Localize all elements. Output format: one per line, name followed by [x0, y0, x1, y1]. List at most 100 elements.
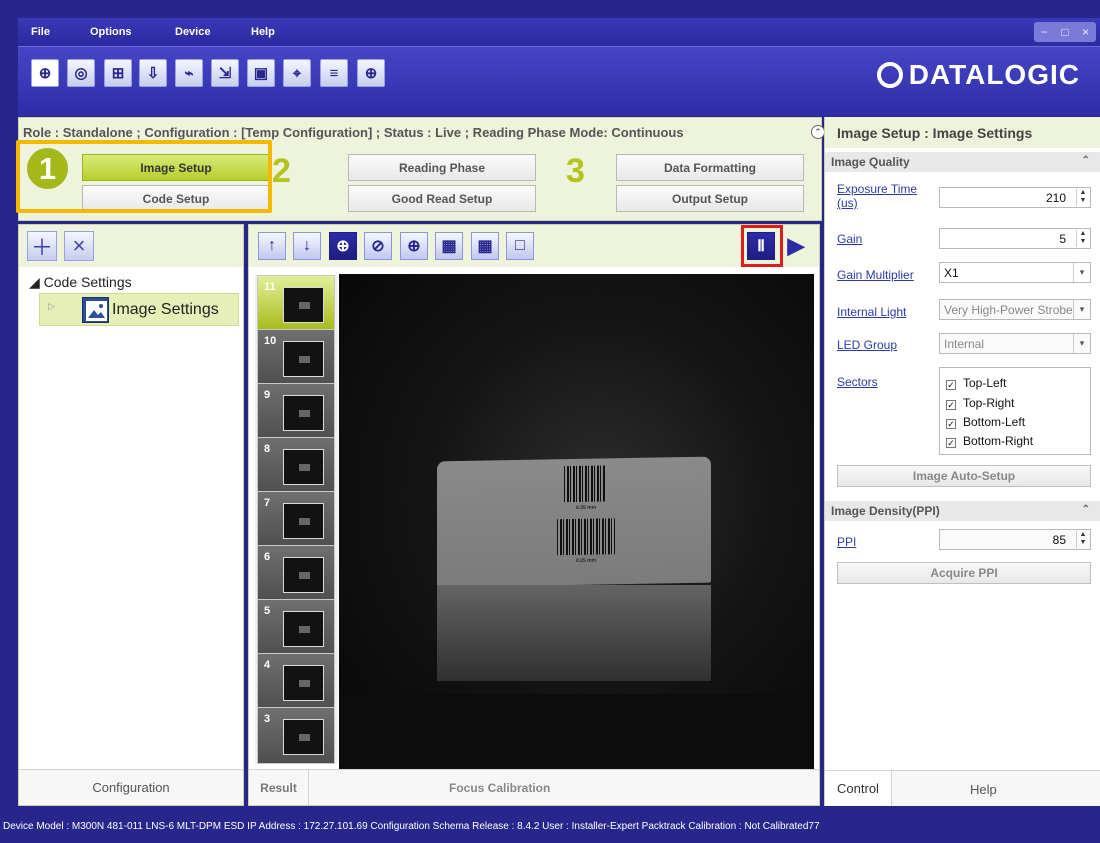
thumbnail-image: [283, 341, 324, 377]
camera-icon[interactable]: ◎: [67, 59, 95, 87]
sector-top-left[interactable]: ✓ Top-Left: [946, 376, 1006, 390]
reading-phase-button[interactable]: Reading Phase: [348, 154, 536, 181]
focus-calibration-tab[interactable]: Focus Calibration: [449, 781, 550, 795]
main-toolbar: ⊕ ◎ ⊞ ⇩ ⌁ ⇲ ▣ ⌖ ≡ ⊕ DATALOGIC: [18, 46, 1100, 116]
sector-bottom-left[interactable]: ✓ Bottom-Left: [946, 415, 1025, 429]
live-camera-view[interactable]: 0.35 mm 0.25 mm: [339, 274, 814, 769]
frame-thumbnail[interactable]: 4: [257, 653, 335, 710]
exposure-time-label[interactable]: Exposure Time (us): [837, 182, 927, 210]
zoom-in-icon[interactable]: ⊕: [329, 232, 357, 260]
acquire-ppi-button[interactable]: Acquire PPI: [837, 562, 1091, 584]
led-group-label[interactable]: LED Group: [837, 338, 897, 352]
image-auto-setup-button[interactable]: Image Auto-Setup: [837, 465, 1091, 487]
image-settings-tree-item[interactable]: ▷ Image Settings: [39, 293, 239, 326]
sector-label: Top-Right: [963, 396, 1015, 410]
sectors-label[interactable]: Sectors: [837, 375, 878, 389]
dropdown-arrow-icon[interactable]: ▾: [1073, 300, 1090, 319]
save-image-icon[interactable]: ⌁: [175, 59, 203, 87]
thumbnail-image: [283, 287, 324, 323]
menu-file[interactable]: File: [31, 26, 50, 38]
image-settings-icon: [82, 297, 109, 323]
collapse-caret-icon[interactable]: ⌃: [1082, 504, 1090, 515]
target-icon[interactable]: ⊕: [357, 59, 385, 87]
export-icon[interactable]: ⇲: [211, 59, 239, 87]
right-panel-tabs: Control Help: [825, 770, 1100, 806]
gain-multiplier-select[interactable]: X1 ▾: [939, 262, 1091, 283]
down-arrow-icon[interactable]: ↓: [293, 232, 321, 260]
internal-light-select[interactable]: Very High-Power Strobe ▾: [939, 299, 1091, 320]
gain-input[interactable]: 5 ▲ ▼: [939, 228, 1091, 249]
help-tab[interactable]: Help: [970, 782, 997, 797]
thumbnail-image: [283, 395, 324, 431]
tree-expand-icon[interactable]: ▷: [48, 301, 55, 312]
frame-thumbnail[interactable]: 8: [257, 437, 335, 494]
zoom-reset-icon[interactable]: ⊘: [364, 232, 392, 260]
frame-thumbnail[interactable]: 7: [257, 491, 335, 548]
single-view-icon[interactable]: □: [506, 232, 534, 260]
connect-icon[interactable]: ⊕: [31, 59, 59, 87]
code-settings-tree-item[interactable]: ◢ Code Settings: [29, 274, 132, 291]
download-image-icon[interactable]: ⇩: [139, 59, 167, 87]
image-density-section[interactable]: Image Density(PPI) ⌃: [825, 501, 1100, 521]
camera-settings-icon[interactable]: ⌖: [283, 59, 311, 87]
exposure-time-input[interactable]: 210 ▲ ▼: [939, 187, 1091, 208]
image-settings-label: Image Settings: [112, 301, 219, 318]
frame-thumbnail[interactable]: 10: [257, 329, 335, 386]
frame-thumbnail[interactable]: 11: [257, 275, 335, 332]
checkbox-checked-icon[interactable]: ✓: [946, 380, 956, 390]
sector-top-right[interactable]: ✓ Top-Right: [946, 396, 1014, 410]
add-config-icon[interactable]: ＋: [27, 231, 57, 261]
gain-label[interactable]: Gain: [837, 232, 862, 246]
image-panel-tabs: Result Focus Calibration: [249, 769, 819, 805]
play-next-icon[interactable]: ▶: [782, 232, 810, 260]
frame-thumbnail[interactable]: 3: [257, 707, 335, 764]
grid-view-icon[interactable]: ▦: [471, 232, 499, 260]
barcode-top-label: 0.35 mm: [576, 504, 597, 511]
checkbox-checked-icon[interactable]: ✓: [946, 419, 956, 429]
delete-config-icon[interactable]: ×: [64, 231, 94, 261]
maximize-icon[interactable]: □: [1061, 25, 1068, 39]
collapse-caret-icon[interactable]: ⌃: [1082, 155, 1090, 166]
minimize-icon[interactable]: −: [1041, 25, 1048, 39]
role-status-line: Role : Standalone ; Configuration : [Tem…: [23, 125, 684, 140]
internal-light-label[interactable]: Internal Light: [837, 305, 906, 319]
gain-multiplier-label[interactable]: Gain Multiplier: [837, 268, 914, 282]
configuration-tab[interactable]: Configuration: [19, 769, 243, 805]
checkbox-checked-icon[interactable]: ✓: [946, 400, 956, 410]
menu-options[interactable]: Options: [90, 26, 132, 38]
settings-icon[interactable]: ▣: [247, 59, 275, 87]
output-setup-button[interactable]: Output Setup: [616, 185, 804, 212]
image-settings-panel: Image Setup : Image Settings Image Quali…: [824, 117, 1100, 806]
frame-thumbnail[interactable]: 6: [257, 545, 335, 602]
thumbnail-image: [283, 503, 324, 539]
spinner-icon[interactable]: ▲ ▼: [1076, 531, 1089, 548]
frame-thumbnail[interactable]: 9: [257, 383, 335, 440]
window-controls: − □ ×: [1034, 22, 1096, 42]
control-tab[interactable]: Control: [825, 771, 892, 806]
menu-device[interactable]: Device: [175, 26, 210, 38]
good-read-setup-button[interactable]: Good Read Setup: [348, 185, 536, 212]
image-quality-section[interactable]: Image Quality ⌃: [825, 152, 1100, 172]
spinner-icon[interactable]: ▲ ▼: [1076, 230, 1089, 247]
close-icon[interactable]: ×: [1082, 25, 1089, 39]
menu-help[interactable]: Help: [251, 26, 275, 38]
data-formatting-button[interactable]: Data Formatting: [616, 154, 804, 181]
result-tab[interactable]: Result: [249, 770, 309, 805]
checkbox-checked-icon[interactable]: ✓: [946, 438, 956, 448]
add-image-icon[interactable]: ⊞: [104, 59, 132, 87]
menu-bar: File Options Device Help − □ ×: [18, 18, 1100, 46]
diagnostics-icon[interactable]: ≡: [320, 59, 348, 87]
ppi-label[interactable]: PPI: [837, 535, 856, 549]
save-frame-icon[interactable]: ▦: [435, 232, 463, 260]
up-arrow-icon[interactable]: ↑: [258, 232, 286, 260]
collapse-icon[interactable]: ⌃: [811, 125, 825, 139]
thumbnail-label: 11: [264, 281, 276, 293]
ppi-input[interactable]: 85 ▲ ▼: [939, 529, 1091, 550]
led-group-select[interactable]: Internal ▾: [939, 333, 1091, 354]
dropdown-arrow-icon[interactable]: ▾: [1073, 334, 1090, 353]
zoom-fit-icon[interactable]: ⊕: [400, 232, 428, 260]
spinner-icon[interactable]: ▲ ▼: [1076, 189, 1089, 206]
frame-thumbnail[interactable]: 5: [257, 599, 335, 656]
dropdown-arrow-icon[interactable]: ▾: [1073, 263, 1090, 282]
sector-bottom-right[interactable]: ✓ Bottom-Right: [946, 434, 1033, 448]
